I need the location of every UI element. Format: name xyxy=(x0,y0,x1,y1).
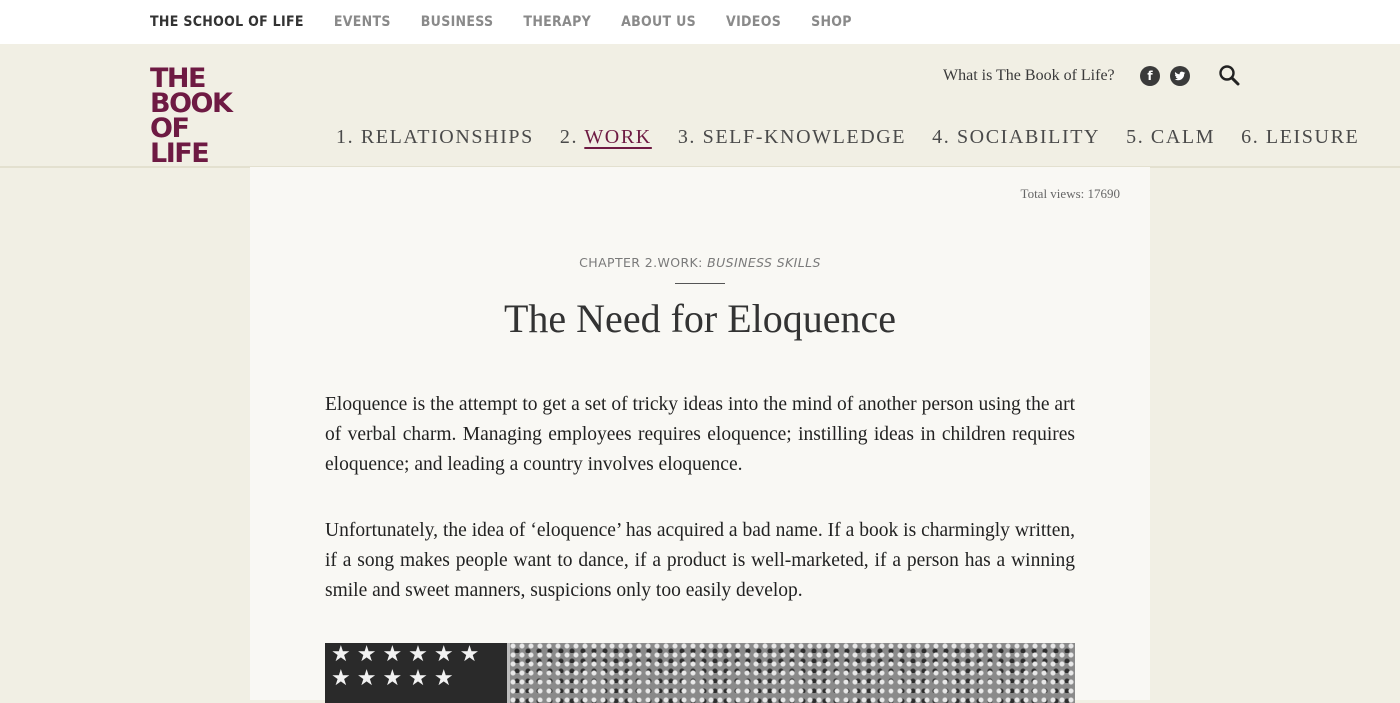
nav-work[interactable]: 2. Work xyxy=(560,126,652,149)
crowd-texture xyxy=(510,643,1075,703)
article-paragraph: Eloquence is the attempt to get a set of… xyxy=(325,394,1075,475)
nav-sociability[interactable]: 4. Sociability xyxy=(932,126,1100,149)
chapter-kicker: CHAPTER 2.WORK: BUSINESS SKILLS xyxy=(250,255,1150,270)
nav-label: Relationships xyxy=(360,126,534,148)
top-nav-links: The School of Life Events Business Thera… xyxy=(150,0,882,44)
nav-relationships[interactable]: 1. Relationships xyxy=(336,126,534,149)
nav-self-knowledge[interactable]: 3. Self-Knowledge xyxy=(678,126,906,149)
top-nav-school-of-life[interactable]: The School of Life xyxy=(150,14,304,30)
top-nav-about-us[interactable]: About Us xyxy=(621,14,696,30)
article-title: The Need for Eloquence xyxy=(503,296,897,341)
search-icon[interactable] xyxy=(1218,64,1240,86)
flag-stars: ★★★★★★ ★★★★★ xyxy=(325,643,510,703)
top-nav-events[interactable]: Events xyxy=(334,14,391,30)
nav-number: 6. xyxy=(1241,126,1260,148)
top-nav-shop[interactable]: Shop xyxy=(811,14,852,30)
nav-leisure[interactable]: 6. Leisure xyxy=(1241,126,1359,149)
title-divider xyxy=(675,283,725,284)
article-image: ★★★★★★ ★★★★★ xyxy=(325,643,1075,703)
nav-number: 5. xyxy=(1126,126,1145,148)
what-is-link[interactable]: What is The Book of Life? xyxy=(943,67,1115,85)
twitter-icon[interactable] xyxy=(1170,66,1190,86)
site-header: THE BOOK OF LIFE What is The Book of Lif… xyxy=(0,44,1400,168)
chapter-nav: 1. Relationships 2. Work 3. Self-Knowled… xyxy=(336,126,1385,149)
book-of-life-logo[interactable]: THE BOOK OF LIFE xyxy=(150,65,250,169)
total-views: Total views: 17690 xyxy=(1020,186,1120,201)
article-paragraph: Unfortunately, the idea of ‘eloquence’ h… xyxy=(325,520,1075,601)
nav-calm[interactable]: 5. Calm xyxy=(1126,126,1215,149)
nav-label: Leisure xyxy=(1265,126,1360,148)
nav-number: 3. xyxy=(677,126,697,148)
nav-label: Calm xyxy=(1150,126,1216,148)
facebook-icon[interactable]: f xyxy=(1140,66,1160,86)
nav-label: Sociability xyxy=(956,126,1101,148)
top-nav-therapy[interactable]: Therapy xyxy=(523,14,591,30)
category-link[interactable]: BUSINESS SKILLS xyxy=(707,255,821,270)
chapter-label: CHAPTER 2.WORK: xyxy=(579,255,703,270)
nav-label: Self-Knowledge xyxy=(702,126,907,148)
nav-number: 1. xyxy=(336,126,355,148)
logo-line: OF LIFE xyxy=(150,113,210,169)
top-nav-videos[interactable]: Videos xyxy=(726,14,781,30)
nav-number: 4. xyxy=(932,126,951,148)
article-card: Total views: 17690 CHAPTER 2.WORK: BUSIN… xyxy=(250,167,1150,703)
nav-label: Work xyxy=(584,126,652,148)
top-nav-business[interactable]: Business xyxy=(421,14,494,30)
nav-number: 2. xyxy=(559,126,579,148)
top-nav-bar: The School of Life Events Business Thera… xyxy=(0,0,1400,45)
